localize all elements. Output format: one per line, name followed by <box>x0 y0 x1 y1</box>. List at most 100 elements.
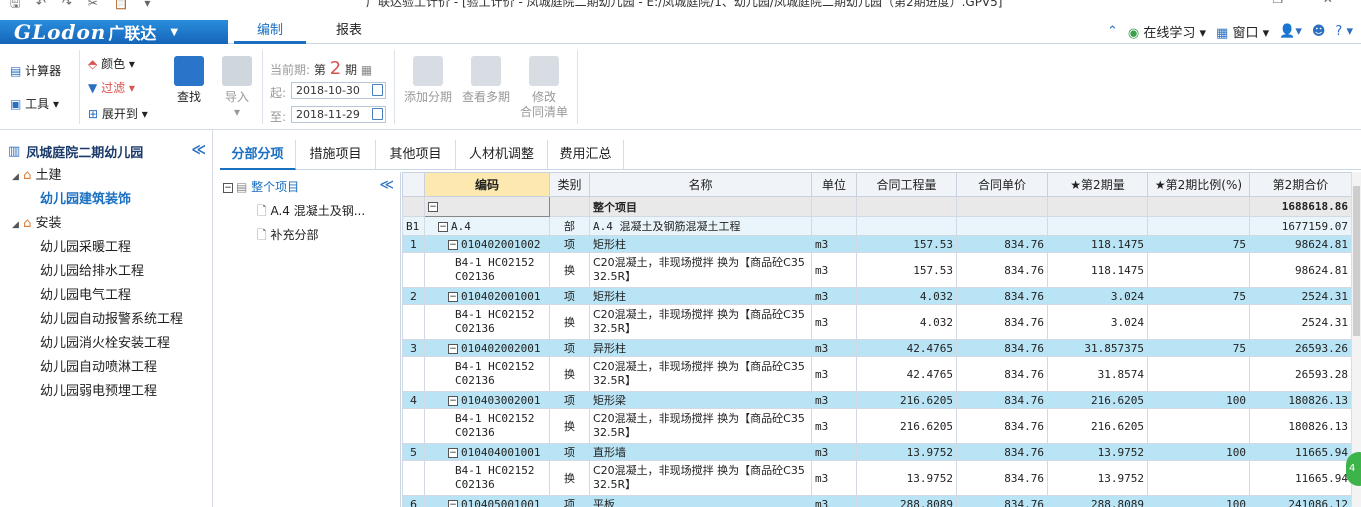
end-date-field[interactable]: 2018-11-29 <box>291 106 386 123</box>
modify-contract-button[interactable]: 修改 合同清单 <box>518 56 570 120</box>
calendar-icon[interactable] <box>372 84 383 96</box>
color-button[interactable]: ⬘ 颜色 ▾ <box>88 55 135 72</box>
calendar-icon[interactable] <box>372 108 383 120</box>
calendar-icon[interactable]: ▦ <box>361 63 372 77</box>
collapse-icon[interactable]: − <box>448 343 458 354</box>
online-learning-button[interactable]: ◉ 在线学习 ▾ <box>1128 22 1206 41</box>
header-name[interactable]: 名称 <box>589 172 812 197</box>
collapse-icon[interactable]: − <box>428 202 438 212</box>
collapse-ribbon-icon[interactable]: ⌃ <box>1107 24 1118 39</box>
table-row[interactable]: 4−010403002001 项矩形梁 m3 216.6205 834.76 216.62… <box>402 391 1351 409</box>
header-contract-price[interactable]: 合同单价 <box>956 172 1048 197</box>
tree-install-item[interactable]: 幼儿园采暖工程 <box>0 236 212 260</box>
collapse-icon[interactable]: − <box>223 182 233 193</box>
sub-period-ratio[interactable] <box>1147 408 1250 444</box>
item-period-ratio[interactable]: 100 <box>1147 391 1250 409</box>
tools-button[interactable]: ▣ 工具 ▾ <box>10 95 59 112</box>
add-period-button[interactable]: 添加分期 <box>402 56 454 105</box>
sub-period-ratio[interactable] <box>1147 356 1250 392</box>
tree-install-item[interactable]: 幼儿园弱电预埋工程 <box>0 380 212 404</box>
tab-edit[interactable]: 编制 <box>234 20 306 44</box>
header-code[interactable]: 编码 <box>424 172 550 197</box>
item-period-qty[interactable]: 31.857375 <box>1047 339 1148 357</box>
calculator-button[interactable]: ▤ 计算器 <box>10 62 61 79</box>
item-period-qty[interactable]: 288.8089 <box>1047 495 1148 507</box>
item-period-qty[interactable]: 118.1475 <box>1047 235 1148 253</box>
table-row[interactable]: 2 −010402001001 项矩形柱 m3 4.032 834.76 3.024 75 25… <box>402 287 1351 305</box>
item-period-qty[interactable]: 13.9752 <box>1047 443 1148 461</box>
header-period-ratio[interactable]: ★第2期比例(%) <box>1147 172 1250 197</box>
tab-cost-summary[interactable]: 费用汇总 <box>548 140 624 170</box>
item-period-ratio[interactable]: 100 <box>1147 443 1250 461</box>
tab-other-items[interactable]: 其他项目 <box>376 140 456 170</box>
tab-divisions[interactable]: 分部分项 <box>220 140 296 170</box>
header-unit[interactable]: 单位 <box>811 172 857 197</box>
project-root[interactable]: ▥ 凤城庭院二期幼儿园 ≪ <box>0 138 212 164</box>
sub-period-ratio[interactable] <box>1147 252 1250 288</box>
item-period-qty[interactable]: 216.6205 <box>1047 391 1148 409</box>
tree-civil-child[interactable]: 幼儿园建筑装饰 <box>0 188 212 212</box>
tree-install-item[interactable]: 幼儿园消火栓安装工程 <box>0 332 212 356</box>
collapse-icon[interactable]: − <box>448 395 458 406</box>
subtree-a4[interactable]: 🗋 A.4 混凝土及钢... <box>257 202 365 223</box>
subtree-root[interactable]: − ▤ 整个项目 <box>223 178 299 195</box>
window-menu-button[interactable]: ▦ 窗口 ▾ <box>1216 22 1269 41</box>
sub-period-qty[interactable]: 31.8574 <box>1047 356 1148 392</box>
item-period-qty[interactable]: 3.024 <box>1047 287 1148 305</box>
tree-install-item[interactable]: 幼儿园给排水工程 <box>0 260 212 284</box>
collapse-icon[interactable]: − <box>448 239 458 250</box>
collapse-icon[interactable]: − <box>448 499 458 507</box>
table-row-sub[interactable]: B4-1 HC02152 C02136 换 C20混凝土，非现场搅拌 换为【商品砼C3… <box>402 304 1351 340</box>
tree-install[interactable]: ◢ ⌂ 安装 <box>0 212 212 236</box>
sub-period-qty[interactable]: 13.9752 <box>1047 460 1148 496</box>
tree-install-item[interactable]: 幼儿园自动报警系统工程 <box>0 308 212 332</box>
find-button[interactable]: 查找 <box>172 56 206 105</box>
sub-period-ratio[interactable] <box>1147 304 1250 340</box>
collapse-icon[interactable]: − <box>438 221 448 232</box>
start-date-field[interactable]: 2018-10-30 <box>291 82 386 99</box>
tab-report[interactable]: 报表 <box>316 20 382 44</box>
tree-install-item[interactable]: 幼儿园电气工程 <box>0 284 212 308</box>
floating-assistant-button[interactable]: 4 <box>1346 452 1361 486</box>
item-period-ratio[interactable]: 75 <box>1147 339 1250 357</box>
table-row-sub[interactable]: B4-1 HC02152 C02136 换 C20混凝土，非现场搅拌 换为【商品砼C3… <box>402 252 1351 288</box>
import-button[interactable]: 导入 ▾ <box>220 56 254 120</box>
tree-civil[interactable]: ◢ ⌂ 土建 <box>0 164 212 188</box>
item-period-ratio[interactable]: 75 <box>1147 287 1250 305</box>
table-row-division[interactable]: B1 − A.4 部 A.4 混凝土及钢筋混凝土工程 1677159.07 <box>402 216 1351 236</box>
table-row-root[interactable]: − 整个项目 1688618.86 <box>402 196 1351 217</box>
mascot-icon[interactable]: ☻ <box>1312 24 1326 39</box>
header-period-qty[interactable]: ★第2期量 <box>1047 172 1148 197</box>
item-period-ratio[interactable]: 75 <box>1147 235 1250 253</box>
header-period-total[interactable]: 第2期合价 <box>1249 172 1351 197</box>
app-menu-button[interactable]: GLodon 广联达 ▼ <box>0 20 228 44</box>
item-period-ratio[interactable]: 100 <box>1147 495 1250 507</box>
collapse-subtree-icon[interactable]: ≪ <box>379 177 394 193</box>
collapse-icon[interactable]: − <box>448 447 458 458</box>
quick-access-toolbar[interactable]: 🖫 ↶ ↷ ✂ 📋 ▾ <box>10 0 156 15</box>
table-row-sub[interactable]: B4-1 HC02152 C02136 换 C20混凝土，非现场搅拌 换为【商品砼C3… <box>402 408 1351 444</box>
filter-button[interactable]: ▼ 过滤 ▾ <box>88 79 135 96</box>
table-row[interactable]: 3 −010402002001 项异形柱 m3 42.4765 834.76 31.8573… <box>402 339 1351 357</box>
sub-period-qty[interactable]: 3.024 <box>1047 304 1148 340</box>
expand-to-button[interactable]: ⊞ 展开到 ▾ <box>88 105 148 122</box>
scrollbar-thumb[interactable] <box>1353 186 1360 336</box>
table-row[interactable]: 6−010405001001 项平板 m3 288.8089 834.76 288.808… <box>402 495 1351 507</box>
table-row-sub[interactable]: B4-1 HC02152 C02136 换 C20混凝土，非现场搅拌 换为【商品砼C3… <box>402 460 1351 496</box>
help-button[interactable]: ? ▾ <box>1335 24 1353 39</box>
sub-period-ratio[interactable] <box>1147 460 1250 496</box>
table-row[interactable]: 1 −010402001002 项矩形柱 m3 157.53 834.76 118.1475… <box>402 235 1351 253</box>
collapse-left-icon[interactable]: ≪ <box>191 142 206 158</box>
tree-install-item[interactable]: 幼儿园自动喷淋工程 <box>0 356 212 380</box>
window-controls[interactable]: — ❐ ✕ <box>1221 0 1351 6</box>
header-contract-qty[interactable]: 合同工程量 <box>856 172 957 197</box>
sub-period-qty[interactable]: 216.6205 <box>1047 408 1148 444</box>
tab-measures[interactable]: 措施项目 <box>296 140 376 170</box>
table-row-sub[interactable]: B4-1 HC02152 C02136 换 C20混凝土，非现场搅拌 换为【商品砼C3… <box>402 356 1351 392</box>
subtree-extra[interactable]: 🗋 补充分部 <box>257 226 319 247</box>
user-icon[interactable]: 👤▾ <box>1279 24 1302 39</box>
view-multi-period-button[interactable]: 查看多期 <box>460 56 512 105</box>
collapse-icon[interactable]: − <box>448 291 458 302</box>
header-type[interactable]: 类别 <box>549 172 590 197</box>
tab-labor-material[interactable]: 人材机调整 <box>456 140 548 170</box>
